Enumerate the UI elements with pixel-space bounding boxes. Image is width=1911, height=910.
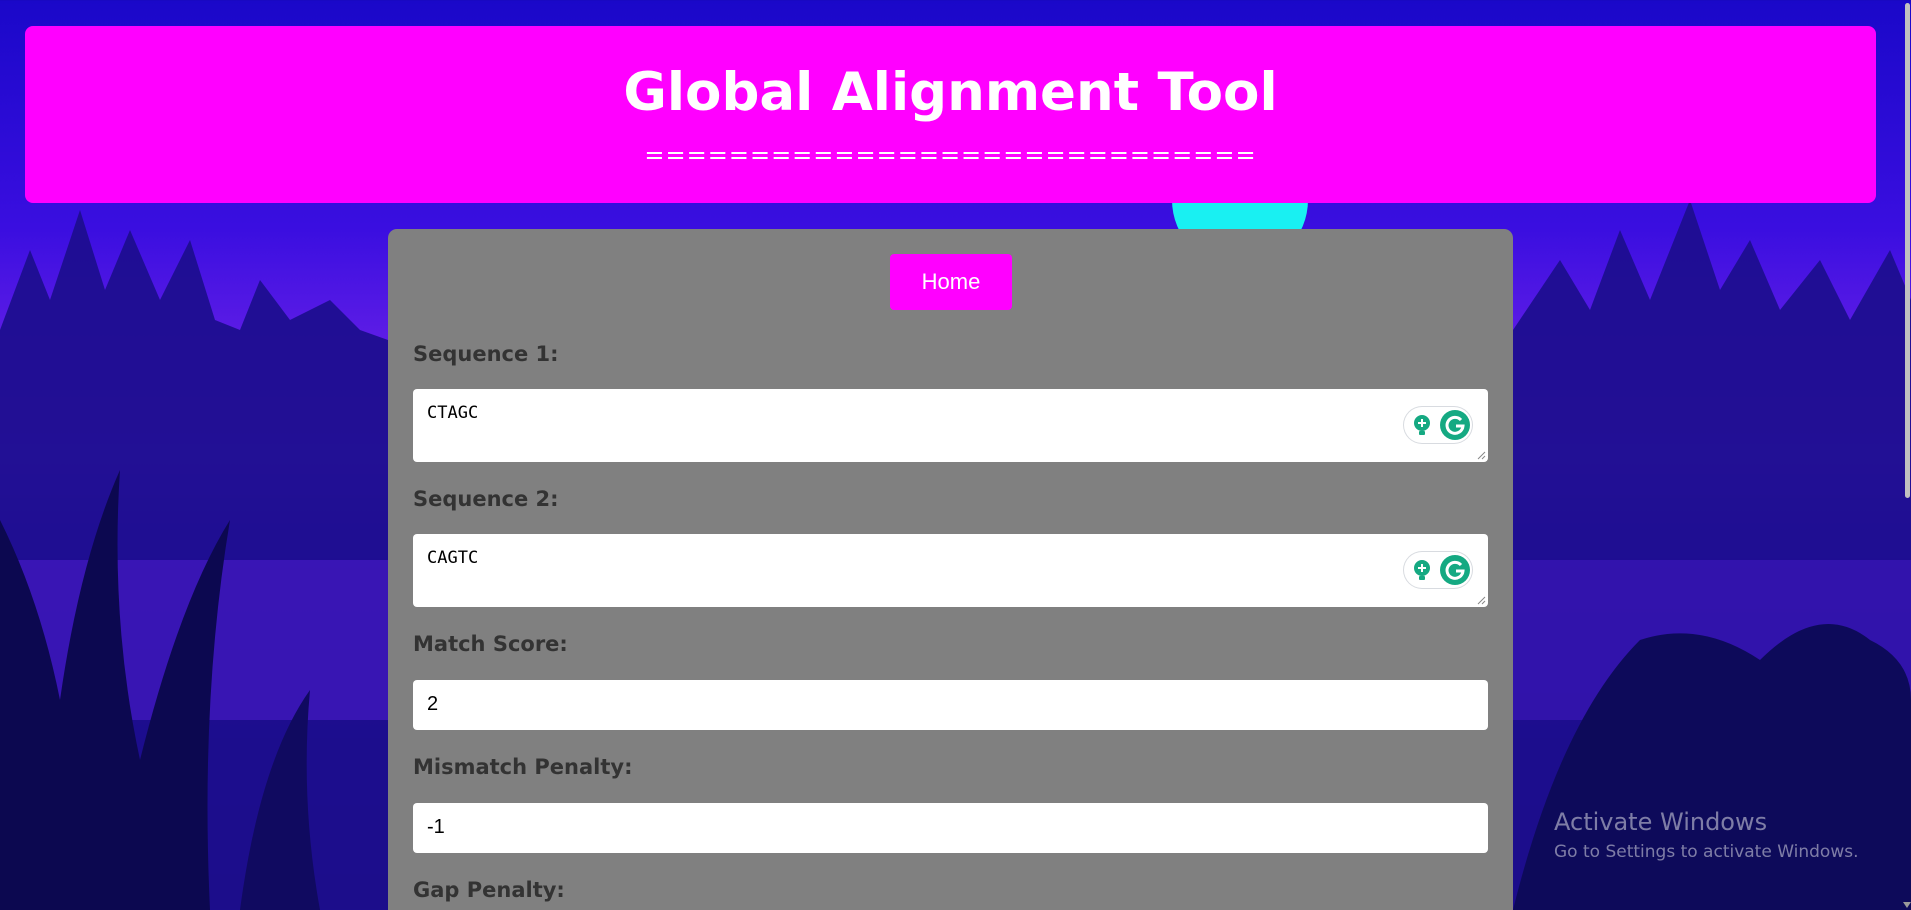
match-score-value: 2 xyxy=(427,693,439,715)
match-score-input[interactable]: 2 xyxy=(413,680,1488,730)
scroll-down-arrow-icon[interactable] xyxy=(1903,902,1911,908)
resize-handle-icon[interactable] xyxy=(1476,450,1486,460)
page-header: Global Alignment Tool ==================… xyxy=(25,26,1876,203)
grammarly-suggestion-icon[interactable] xyxy=(1410,413,1434,437)
grammarly-widget[interactable] xyxy=(1404,407,1472,443)
activate-windows-watermark: Activate Windows Go to Settings to activ… xyxy=(1554,808,1859,862)
sequence1-value: CTAGC xyxy=(427,403,479,423)
activate-windows-title: Activate Windows xyxy=(1554,808,1768,836)
sequence1-label: Sequence 1: xyxy=(413,342,559,366)
page-title: Global Alignment Tool xyxy=(623,62,1278,123)
home-button[interactable]: Home xyxy=(890,254,1012,310)
mismatch-penalty-label: Mismatch Penalty: xyxy=(413,755,633,779)
activate-windows-subtitle: Go to Settings to activate Windows. xyxy=(1554,842,1859,862)
alignment-form-panel: Home Sequence 1: CTAGC Sequence 2: CAGTC xyxy=(388,229,1513,910)
header-divider: ============================= xyxy=(644,141,1257,169)
resize-handle-icon[interactable] xyxy=(1476,595,1486,605)
mismatch-penalty-value: -1 xyxy=(427,816,445,838)
mismatch-penalty-input[interactable]: -1 xyxy=(413,803,1488,853)
grammarly-widget[interactable] xyxy=(1404,552,1472,588)
scrollbar-thumb[interactable] xyxy=(1905,3,1910,498)
match-score-label: Match Score: xyxy=(413,632,568,656)
grammarly-suggestion-icon[interactable] xyxy=(1410,558,1434,582)
grammarly-logo-icon[interactable] xyxy=(1440,555,1470,585)
sequence2-label: Sequence 2: xyxy=(413,487,559,511)
grammarly-logo-icon[interactable] xyxy=(1440,410,1470,440)
sequence2-textarea[interactable]: CAGTC xyxy=(413,534,1488,607)
gap-penalty-label: Gap Penalty: xyxy=(413,878,565,902)
sequence1-textarea[interactable]: CTAGC xyxy=(413,389,1488,462)
vertical-scrollbar[interactable] xyxy=(1903,0,1911,910)
sequence2-value: CAGTC xyxy=(427,548,479,568)
